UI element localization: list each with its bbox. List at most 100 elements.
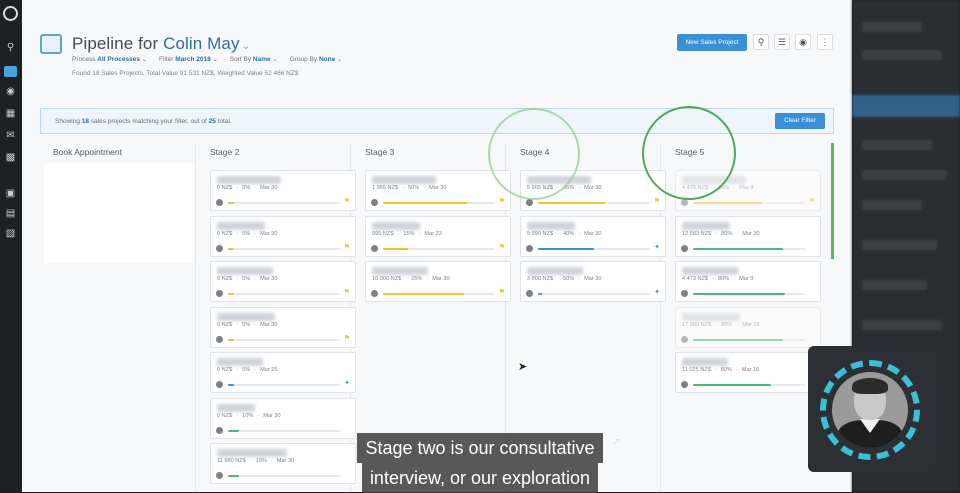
filter-group[interactable]: Group By None ⌄ bbox=[290, 56, 343, 63]
flag-icon[interactable]: ⚑ bbox=[344, 198, 350, 206]
owner-avatar bbox=[681, 381, 688, 388]
left-rail: ⚲ ◉ ▦ ✉ ▩ ▣ ▤ ▧ bbox=[0, 0, 22, 492]
sales-project-card[interactable]: 0 NZ$ · 5% · Mar 30 ⚑ bbox=[210, 170, 356, 211]
project-date: Mar 30 bbox=[584, 185, 602, 191]
sales-project-card[interactable]: 1 965 NZ$ · 50% · Mar 30 ⚑ bbox=[365, 170, 511, 211]
owner-avatar bbox=[216, 199, 223, 206]
sales-project-card[interactable]: 0 NZ$ · 5% · Mar 30 ⚑ bbox=[210, 261, 356, 302]
owner-avatar bbox=[216, 472, 223, 479]
project-meta: 0 NZ$ · 5% · Mar 30 bbox=[217, 185, 278, 191]
scroll-indicator[interactable] bbox=[831, 143, 834, 259]
filter-process[interactable]: Process All Processes ⌄ bbox=[72, 56, 147, 63]
owner-avatar bbox=[681, 244, 688, 252]
project-meta: 1 965 NZ$ · 50% · Mar 30 bbox=[372, 185, 447, 191]
progress-fill bbox=[228, 429, 240, 432]
project-name-blurred bbox=[372, 221, 420, 230]
flag-icon[interactable]: ⚑ bbox=[344, 289, 350, 297]
expand-icon[interactable]: ↗ bbox=[612, 437, 620, 448]
clear-filter-button[interactable]: Clear Filter bbox=[775, 113, 825, 129]
new-sales-project-button[interactable]: New Sales Project bbox=[677, 34, 747, 51]
sales-project-card[interactable]: 12 583 NZ$ · 80% · Mar 30 bbox=[675, 215, 821, 257]
project-name-blurred bbox=[217, 449, 287, 457]
presenter-avatar bbox=[832, 372, 908, 448]
project-meta: 10 000 NZ$ · 25% · Mar 30 bbox=[372, 276, 450, 282]
owner-selector[interactable]: Colin May bbox=[163, 34, 239, 53]
progress-track bbox=[228, 202, 340, 204]
progress-fill bbox=[383, 202, 467, 204]
project-name-blurred bbox=[527, 267, 583, 275]
project-amount: 0 NZ$ bbox=[217, 367, 233, 373]
sales-project-card[interactable]: 10 000 NZ$ · 25% · Mar 30 ⚑ bbox=[365, 261, 511, 302]
project-date: Mar 30 bbox=[260, 321, 278, 328]
project-amount: 1 965 NZ$ bbox=[372, 185, 399, 191]
filter-sort[interactable]: Sort By Name ⌄ bbox=[230, 56, 278, 63]
eye-icon[interactable]: ◉ bbox=[795, 34, 811, 50]
sales-project-card[interactable]: 11 025 NZ$ · 80% · Mar 16 bbox=[675, 352, 821, 393]
sales-project-card[interactable]: 995 NZ$ · 15% · Mar 23 ⚑ bbox=[365, 215, 511, 257]
project-pct: 5% bbox=[242, 367, 251, 373]
flag-icon[interactable]: ⚑ bbox=[654, 198, 660, 206]
more-vertical-icon[interactable]: ⋮ bbox=[817, 34, 833, 50]
project-amount: 10 000 NZ$ bbox=[372, 276, 402, 282]
flag-icon[interactable]: ⚑ bbox=[809, 198, 815, 206]
flag-icon[interactable]: ⚑ bbox=[499, 244, 505, 252]
progress-track bbox=[693, 293, 805, 295]
logo-icon[interactable] bbox=[3, 6, 18, 21]
progress-track bbox=[383, 293, 495, 295]
flag-icon[interactable]: ⚑ bbox=[499, 198, 505, 206]
flag-icon[interactable]: ⚑ bbox=[344, 335, 350, 343]
project-amount: 0 NZ$ bbox=[217, 185, 233, 191]
project-date: Mar 30 bbox=[429, 185, 447, 191]
project-amount: 0 NZ$ bbox=[217, 321, 233, 328]
sales-project-card[interactable]: 17 900 NZ$ · 80% · Mar 16 bbox=[675, 306, 821, 348]
search-icon[interactable]: ⚲ bbox=[4, 42, 17, 53]
sales-project-card[interactable]: 3 800 NZ$ · 50% · Mar 30 ✦ bbox=[520, 261, 666, 302]
panel-active-row[interactable] bbox=[852, 95, 960, 117]
filter-date[interactable]: Filter March 2018 ⌄ bbox=[159, 56, 218, 63]
project-pct: 25% bbox=[411, 276, 423, 282]
sales-project-card[interactable]: 5 990 NZ$ · 40% · Mar 30 ✦ bbox=[520, 215, 666, 257]
puzzle-icon[interactable]: ✦ bbox=[654, 244, 660, 252]
puzzle-icon[interactable]: ✦ bbox=[344, 380, 350, 388]
project-meta: 11 980 NZ$ · 10% · Mar 30 bbox=[217, 458, 295, 464]
project-meta: 0 NZ$ · 5% · Mar 25 bbox=[217, 367, 278, 373]
project-amount: 0 NZ$ bbox=[217, 230, 233, 237]
mail-icon[interactable]: ✉ bbox=[4, 130, 17, 141]
sales-project-card[interactable]: 0 NZ$ · 5% · Mar 25 ✦ bbox=[210, 352, 356, 393]
presenter-video bbox=[808, 346, 935, 472]
project-name-blurred bbox=[217, 267, 273, 275]
progress-track bbox=[693, 338, 805, 341]
project-date: Mar 30 bbox=[584, 230, 602, 237]
flag-icon[interactable]: ⚑ bbox=[344, 244, 350, 252]
sales-project-card[interactable]: 0 NZ$ · 5% · Mar 30 ⚑ bbox=[210, 215, 356, 257]
search-icon[interactable]: ⚲ bbox=[753, 34, 769, 50]
progress-fill bbox=[383, 293, 464, 295]
sales-project-card[interactable]: 4 473 NZ$ · 80% · Mar 9 bbox=[675, 261, 821, 302]
owner-avatar bbox=[216, 381, 223, 388]
progress-track bbox=[538, 293, 650, 295]
document-icon[interactable]: ▦ bbox=[4, 108, 17, 119]
project-pct: 10% bbox=[242, 412, 254, 419]
chevron-down-icon[interactable]: ⌄ bbox=[242, 41, 250, 52]
binoculars-icon[interactable]: ◉ bbox=[4, 86, 17, 97]
calendar-icon[interactable]: ▤ bbox=[4, 208, 17, 219]
flag-icon[interactable]: ⚑ bbox=[499, 289, 505, 297]
progress-fill bbox=[538, 247, 594, 250]
pipeline-app: Pipeline for Colin May ⌄ Process All Proc… bbox=[22, 0, 852, 492]
project-name-blurred bbox=[217, 403, 255, 412]
project-date: Mar 9 bbox=[739, 185, 754, 191]
list-icon[interactable]: ☰ bbox=[774, 34, 790, 50]
project-amount: 3 800 NZ$ bbox=[527, 276, 554, 282]
pipeline-icon[interactable] bbox=[4, 66, 17, 77]
project-amount: 0 NZ$ bbox=[217, 412, 233, 419]
sales-project-card[interactable]: 0 NZ$ · 5% · Mar 30 ⚑ bbox=[210, 306, 356, 348]
progress-track bbox=[228, 475, 340, 477]
inbox-icon[interactable]: ▣ bbox=[4, 188, 17, 199]
project-meta: 0 NZ$ · 5% · Mar 30 bbox=[217, 276, 278, 282]
progress-fill bbox=[228, 293, 234, 295]
puzzle-icon[interactable]: ✦ bbox=[654, 289, 660, 297]
found-summary: Found 18 Sales Projects, Total Value 91 … bbox=[72, 70, 299, 77]
project-name-blurred bbox=[217, 221, 265, 230]
chart-icon[interactable]: ▩ bbox=[4, 152, 17, 163]
clipboard-icon[interactable]: ▧ bbox=[4, 228, 17, 239]
